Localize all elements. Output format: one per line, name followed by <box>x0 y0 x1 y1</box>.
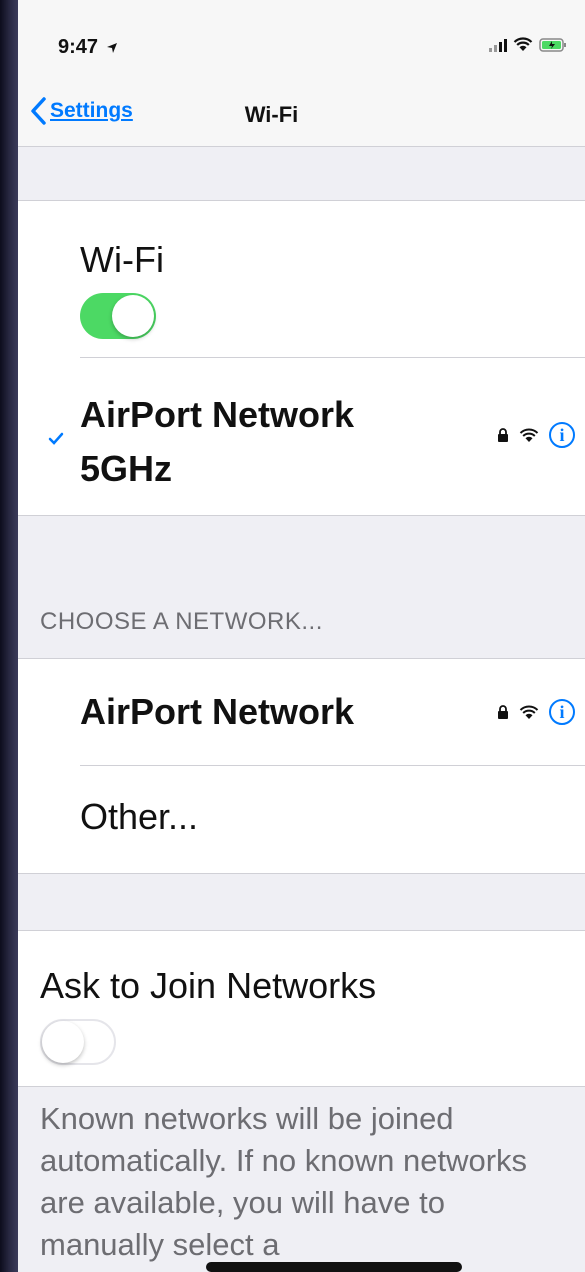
connected-network-icons: i <box>497 422 575 448</box>
home-indicator[interactable] <box>206 1262 462 1272</box>
lock-icon <box>498 705 508 719</box>
ask-to-join-label: Ask to Join Networks <box>40 965 377 1006</box>
checkmark-icon <box>48 432 64 445</box>
wifi-label: Wi-Fi <box>80 239 164 280</box>
info-icon[interactable]: i <box>549 699 575 725</box>
wifi-section: Wi-Fi AirPort Network 5GHz i <box>18 200 585 516</box>
section-header: CHOOSE A NETWORK... <box>40 608 323 635</box>
network-row[interactable]: AirPort Network i <box>18 659 585 765</box>
connected-network-name: AirPort Network <box>80 394 355 435</box>
connected-network-row[interactable]: AirPort Network 5GHz i <box>18 358 585 514</box>
connected-network-band: 5GHz <box>80 448 173 489</box>
status-time: 9:47 <box>58 36 118 59</box>
wifi-toggle[interactable] <box>80 293 156 339</box>
phone-screen: 9:47 Settings Wi-Fi Wi-Fi AirPort Networ… <box>18 0 585 1272</box>
other-network-label: Other... <box>80 796 199 837</box>
battery-charging-icon <box>539 37 566 52</box>
other-network-row[interactable]: Other... <box>18 766 585 872</box>
navigation-bar: Settings Wi-Fi <box>18 80 585 147</box>
network-name: AirPort Network <box>80 691 355 732</box>
clock-text: 9:47 <box>58 36 99 58</box>
network-list-section: AirPort Network i Other... <box>18 658 585 874</box>
wifi-icon <box>513 37 533 51</box>
ask-to-join-toggle-knob <box>42 1021 84 1063</box>
status-icons <box>489 37 567 52</box>
wifi-signal-icon <box>519 428 539 442</box>
lock-icon <box>498 428 508 442</box>
wifi-signal-icon <box>519 705 539 719</box>
ask-to-join-section: Ask to Join Networks <box>18 930 585 1087</box>
status-bar: 9:47 <box>18 0 585 80</box>
footer-description: Known networks will be joined automatica… <box>40 1101 528 1262</box>
cellular-signal-icon <box>489 38 507 52</box>
info-icon[interactable]: i <box>549 422 575 448</box>
wifi-toggle-knob <box>112 295 154 337</box>
network-icons: i <box>497 699 575 725</box>
ask-to-join-toggle[interactable] <box>40 1019 116 1065</box>
page-title: Wi-Fi <box>244 102 299 127</box>
location-arrow-icon <box>106 42 117 53</box>
